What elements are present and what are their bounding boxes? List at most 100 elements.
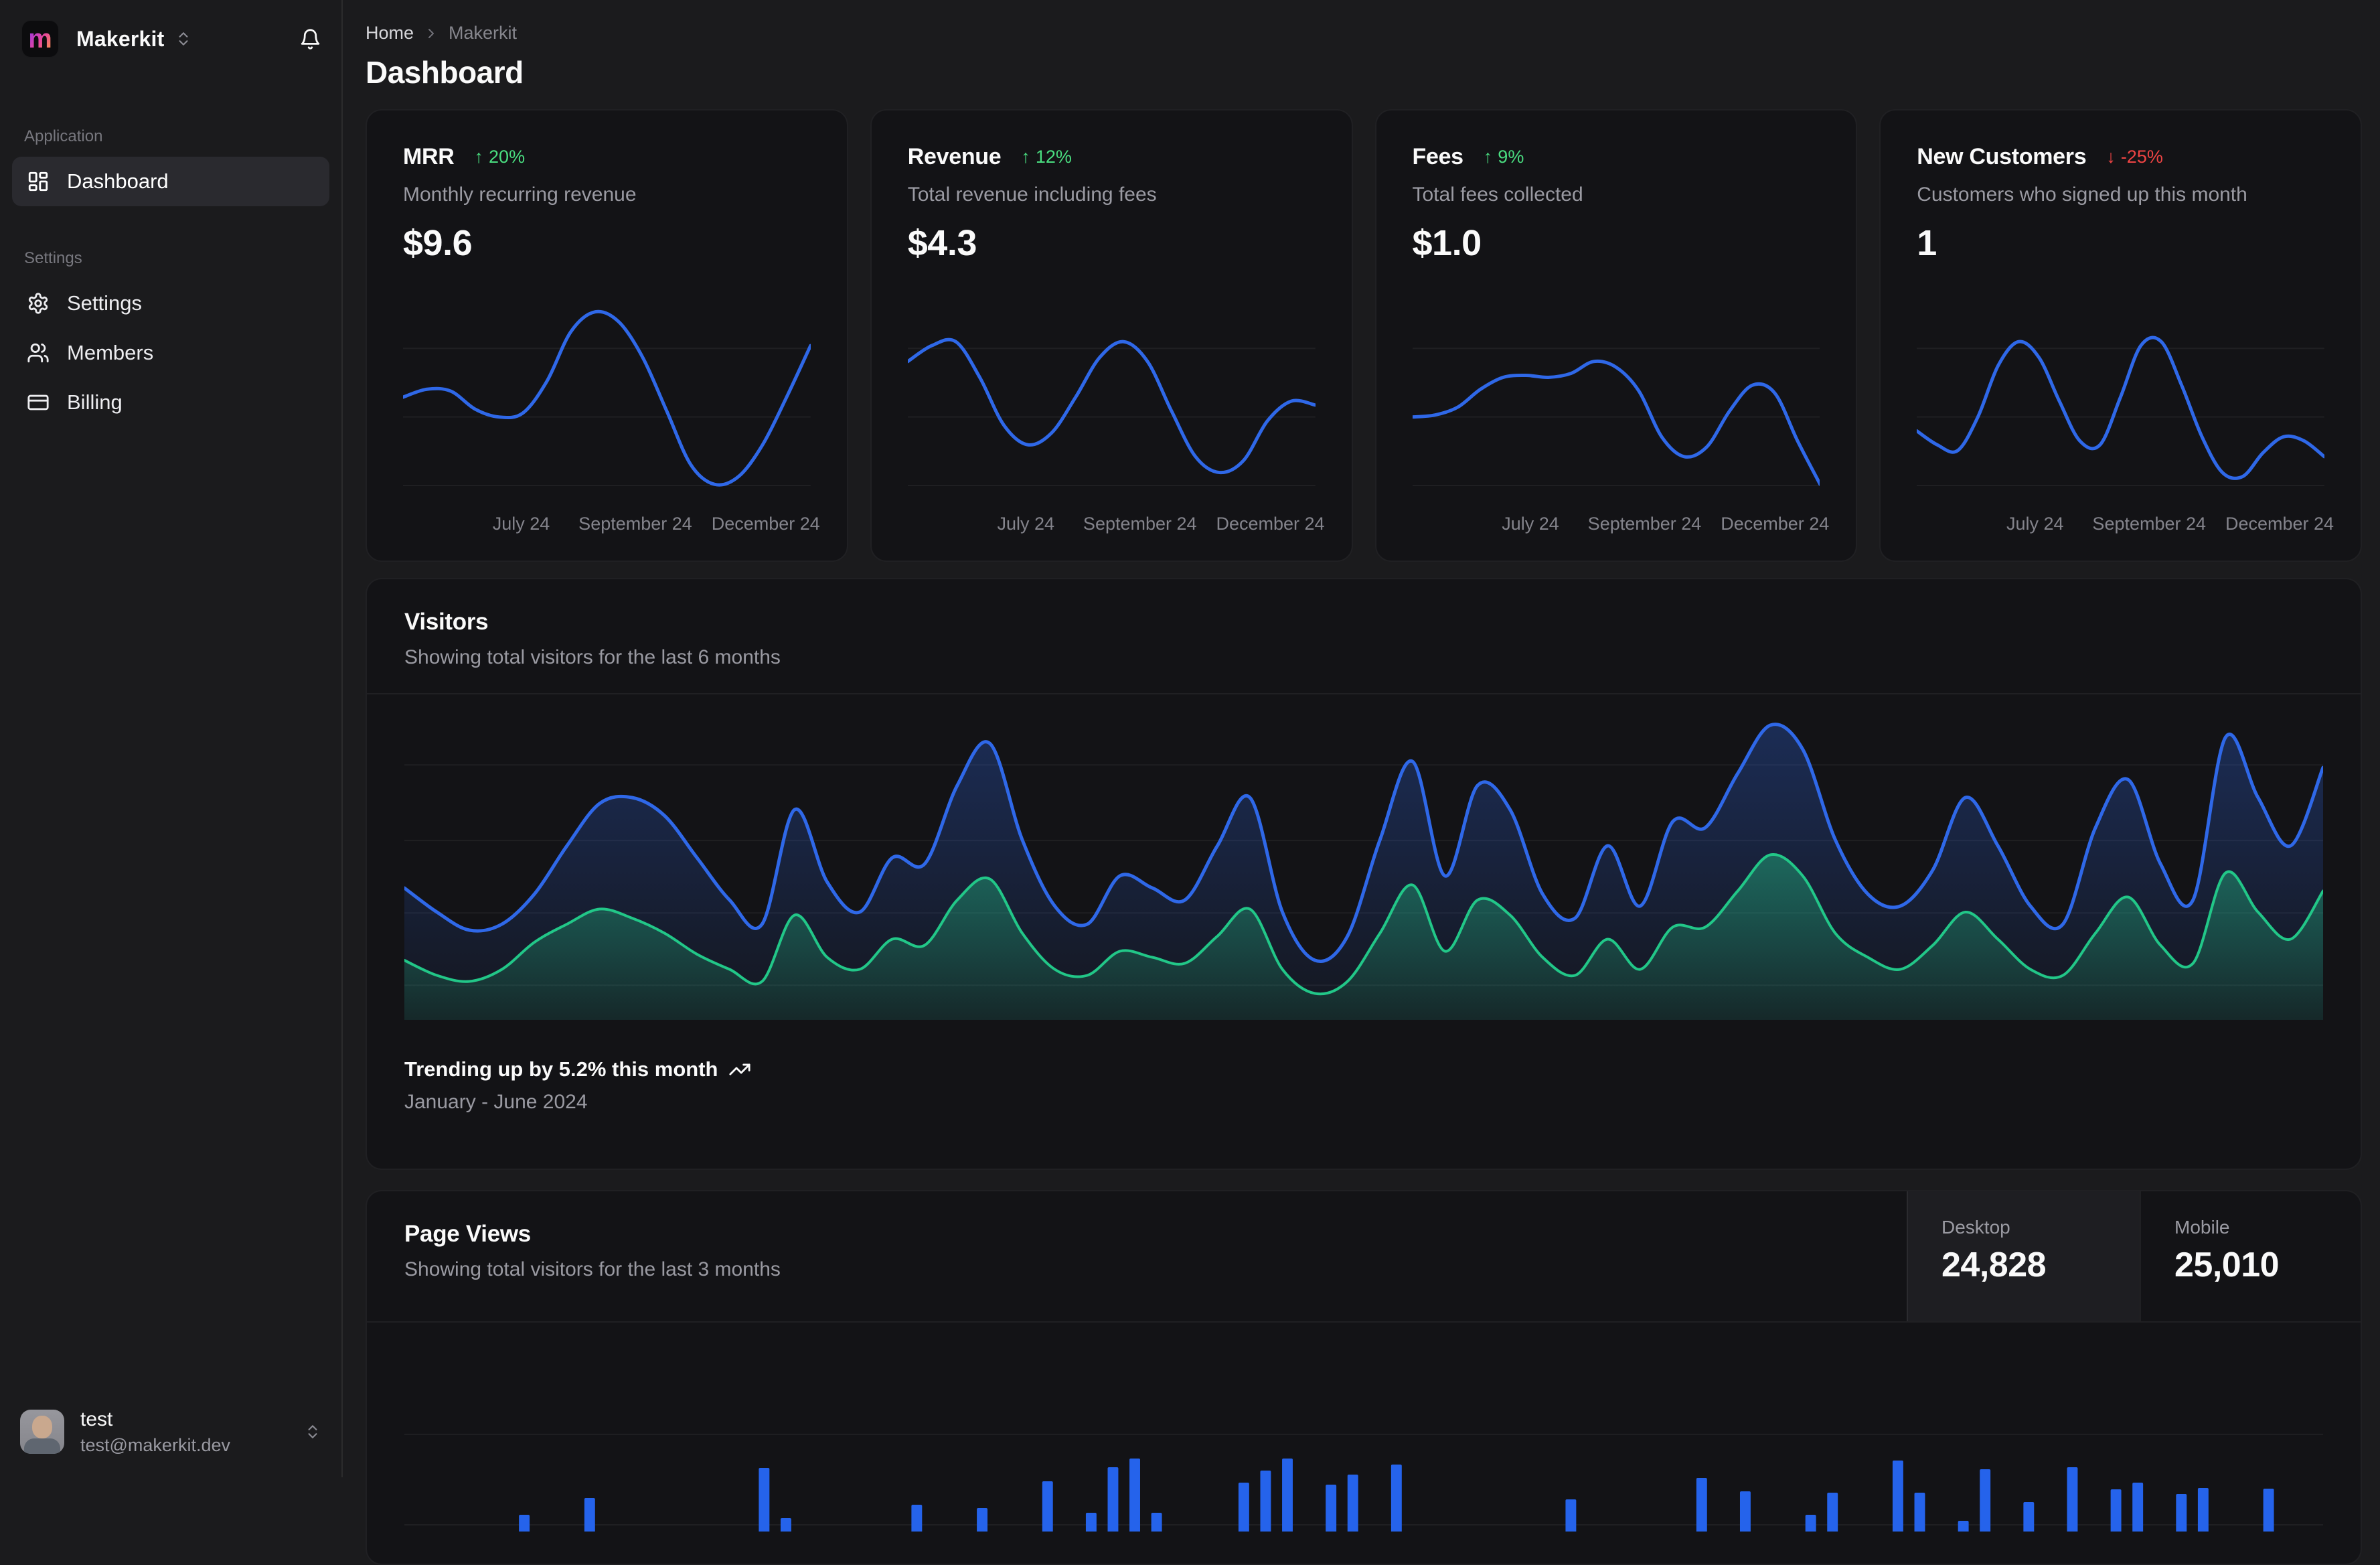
sparkline-wrap: July 24 September 24 December 24 bbox=[1412, 293, 1829, 538]
user-account-button[interactable]: test test@makerkit.dev bbox=[0, 1390, 341, 1477]
x-axis: July 24 September 24 December 24 bbox=[1413, 514, 1829, 538]
x-tick: September 24 bbox=[578, 514, 692, 534]
trend-arrow-up-icon: ↑ bbox=[474, 147, 484, 167]
chevron-right-icon bbox=[423, 25, 439, 42]
trend-badge: ↑ 12% bbox=[1021, 147, 1072, 167]
desktop-toggle-button[interactable]: Desktop 24,828 bbox=[1907, 1191, 2140, 1321]
sidebar-item-label: Dashboard bbox=[67, 169, 169, 193]
breadcrumb-current: Makerkit bbox=[449, 23, 518, 43]
user-email: test@makerkit.dev bbox=[80, 1435, 230, 1456]
x-tick: December 24 bbox=[1721, 514, 1830, 534]
x-tick: September 24 bbox=[1083, 514, 1197, 534]
sidebar: m Makerkit Application Dashboard Setting… bbox=[0, 0, 343, 1477]
visitors-header: Visitors Showing total visitors for the … bbox=[367, 579, 2361, 694]
mobile-toggle-button[interactable]: Mobile 25,010 bbox=[2140, 1191, 2361, 1321]
x-tick: July 24 bbox=[492, 514, 550, 534]
sidebar-item-label: Members bbox=[67, 341, 154, 364]
page-views-bar-chart bbox=[404, 1433, 2323, 1532]
stat-subtitle: Total revenue including fees bbox=[907, 183, 1157, 206]
sidebar-item-label: Settings bbox=[67, 291, 143, 315]
stat-card-mrr: MRR ↑ 20% Monthly recurring revenue $9.6… bbox=[366, 109, 848, 562]
page-views-subtitle: Showing total visitors for the last 3 mo… bbox=[404, 1258, 781, 1280]
x-tick: December 24 bbox=[2225, 514, 2334, 534]
x-tick: December 24 bbox=[1216, 514, 1325, 534]
x-tick: September 24 bbox=[1587, 514, 1702, 534]
visitors-chart bbox=[404, 705, 2323, 1020]
stats-row: MRR ↑ 20% Monthly recurring revenue $9.6… bbox=[366, 109, 2362, 562]
stat-card-revenue: Revenue ↑ 12% Total revenue including fe… bbox=[870, 109, 1353, 562]
trend-value: 9% bbox=[1498, 147, 1524, 167]
x-axis: July 24 September 24 December 24 bbox=[908, 514, 1325, 538]
sidebar-item-billing[interactable]: Billing bbox=[12, 378, 329, 427]
fees-sparkline-chart bbox=[1412, 348, 1820, 486]
workspace-name[interactable]: Makerkit bbox=[76, 27, 164, 52]
avatar bbox=[20, 1410, 64, 1455]
page-views-chart bbox=[404, 1375, 2323, 1532]
notifications-bell-icon[interactable] bbox=[299, 28, 321, 50]
sparkline-wrap: July 24 September 24 December 24 bbox=[403, 293, 820, 538]
desktop-label: Desktop bbox=[1941, 1217, 2010, 1238]
sidebar-item-settings[interactable]: Settings bbox=[12, 279, 329, 328]
trend-badge: ↓ -25% bbox=[2106, 147, 2163, 167]
visitors-title: Visitors bbox=[404, 609, 489, 635]
trend-badge: ↑ 20% bbox=[475, 147, 526, 167]
trend-badge: ↑ 9% bbox=[1484, 147, 1524, 167]
page-views-toggles: Desktop 24,828 Mobile 25,010 bbox=[1907, 1191, 2361, 1321]
trend-arrow-up-icon: ↑ bbox=[1021, 147, 1030, 167]
makerkit-logo[interactable]: m bbox=[21, 20, 59, 58]
x-axis: July 24 September 24 December 24 bbox=[1917, 514, 2334, 538]
desktop-value: 24,828 bbox=[1941, 1246, 2047, 1284]
stat-card-new-customers: New Customers ↓ -25% Customers who signe… bbox=[1879, 109, 2362, 562]
x-tick: July 24 bbox=[2006, 514, 2064, 534]
new-customers-sparkline-chart bbox=[1917, 336, 2324, 486]
users-icon bbox=[27, 343, 49, 363]
page-views-title: Page Views bbox=[404, 1221, 531, 1247]
sparkline-wrap: July 24 September 24 December 24 bbox=[907, 293, 1325, 538]
visitors-trend-text: Trending up by 5.2% this month bbox=[404, 1057, 718, 1081]
x-tick: July 24 bbox=[997, 514, 1055, 534]
workspace-header: m Makerkit bbox=[0, 0, 341, 58]
user-meta: test test@makerkit.dev bbox=[80, 1407, 230, 1457]
trending-up-icon bbox=[729, 1063, 751, 1075]
visitors-footer: Trending up by 5.2% this month January -… bbox=[367, 1057, 2361, 1146]
visitors-date-range: January - June 2024 bbox=[404, 1091, 588, 1113]
trend-value: 12% bbox=[1035, 147, 1072, 167]
stat-subtitle: Customers who signed up this month bbox=[1917, 183, 2247, 206]
stat-title: Revenue bbox=[907, 144, 1002, 169]
sidebar-nav: Application Dashboard Settings Settings … bbox=[0, 58, 341, 427]
breadcrumb-home-link[interactable]: Home bbox=[366, 23, 414, 44]
sidebar-item-members[interactable]: Members bbox=[12, 328, 329, 378]
sidebar-item-dashboard[interactable]: Dashboard bbox=[12, 157, 329, 206]
trend-arrow-up-icon: ↑ bbox=[1483, 147, 1493, 167]
gear-icon bbox=[28, 293, 48, 314]
stat-value: 1 bbox=[1917, 223, 1937, 263]
stat-subtitle: Monthly recurring revenue bbox=[403, 183, 637, 206]
sparkline-wrap: July 24 September 24 December 24 bbox=[1917, 293, 2334, 538]
mrr-sparkline-chart bbox=[403, 309, 811, 487]
x-tick: July 24 bbox=[1502, 514, 1559, 534]
stat-card-fees: Fees ↑ 9% Total fees collected $1.0 July… bbox=[1374, 109, 1858, 562]
mobile-label: Mobile bbox=[2174, 1217, 2230, 1238]
visitors-card: Visitors Showing total visitors for the … bbox=[366, 578, 2362, 1170]
stat-title: MRR bbox=[403, 144, 455, 169]
page-title: Dashboard bbox=[366, 55, 524, 90]
stat-value: $4.3 bbox=[907, 223, 977, 263]
stat-subtitle: Total fees collected bbox=[1412, 183, 1583, 206]
dashboard-page: { "app": { "workspace": "Makerkit", "log… bbox=[0, 0, 2380, 1565]
main-content: Home Makerkit Dashboard MRR ↑ 20% Monthl… bbox=[344, 0, 2380, 1565]
page-views-card: Page Views Showing total visitors for th… bbox=[366, 1190, 2362, 1565]
user-menu-chevrons-icon[interactable] bbox=[304, 1423, 321, 1440]
stat-value: $1.0 bbox=[1412, 223, 1482, 263]
sidebar-item-label: Billing bbox=[67, 390, 123, 414]
layout-dashboard-icon bbox=[28, 171, 48, 192]
user-name: test bbox=[80, 1408, 113, 1430]
stat-title: Fees bbox=[1412, 144, 1464, 169]
x-tick: September 24 bbox=[2092, 514, 2207, 534]
visitors-subtitle: Showing total visitors for the last 6 mo… bbox=[404, 646, 781, 668]
nav-section-application: Application bbox=[24, 127, 103, 145]
page-views-header: Page Views Showing total visitors for th… bbox=[367, 1191, 2361, 1323]
makerkit-logo-letter: m bbox=[28, 24, 52, 54]
workspace-switcher-chevrons-icon[interactable] bbox=[175, 30, 192, 48]
nav-section-settings: Settings bbox=[24, 249, 82, 267]
trend-value: -25% bbox=[2120, 147, 2163, 167]
